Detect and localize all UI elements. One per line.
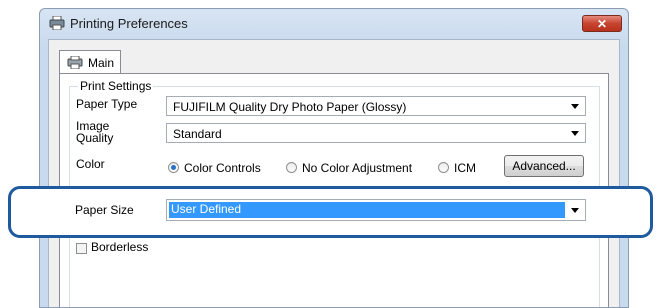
radio-icon bbox=[286, 162, 297, 173]
close-icon: ✕ bbox=[596, 17, 608, 31]
radio-selected-icon bbox=[168, 162, 179, 173]
paper-size-label: Paper Size bbox=[75, 203, 134, 217]
print-settings-title: Print Settings bbox=[78, 79, 154, 93]
paper-size-dropdown[interactable]: User Defined bbox=[166, 199, 586, 221]
borderless-label: Borderless bbox=[91, 240, 149, 254]
radio-icon bbox=[438, 162, 449, 173]
paper-type-dropdown[interactable]: FUJIFILM Quality Dry Photo Paper (Glossy… bbox=[166, 96, 586, 116]
dropdown-arrow-icon bbox=[571, 208, 579, 213]
paper-type-label: Paper Type bbox=[76, 97, 138, 111]
title-bar: Printing Preferences ✕ bbox=[40, 9, 628, 39]
dropdown-arrow-icon bbox=[571, 131, 579, 136]
dialog-client-area: Main Print Settings Paper Type FUJIFILM … bbox=[48, 39, 620, 307]
paper-size-value: User Defined bbox=[171, 202, 242, 216]
advanced-button[interactable]: Advanced... bbox=[504, 155, 584, 177]
dropdown-arrow-icon bbox=[571, 104, 579, 109]
borderless-checkbox[interactable] bbox=[76, 243, 87, 254]
image-quality-label-line2: Quality bbox=[76, 131, 114, 145]
paper-type-value: FUJIFILM Quality Dry Photo Paper (Glossy… bbox=[173, 100, 407, 114]
image-quality-dropdown[interactable]: Standard bbox=[166, 123, 586, 143]
close-button[interactable]: ✕ bbox=[582, 15, 622, 32]
tab-main-label: Main bbox=[88, 56, 115, 70]
printer-icon bbox=[49, 16, 65, 30]
tab-main[interactable]: Main bbox=[59, 50, 121, 74]
printing-preferences-window: Printing Preferences ✕ Main Print Settin… bbox=[39, 8, 629, 308]
no-color-adjustment-label: No Color Adjustment bbox=[302, 161, 413, 175]
color-label: Color bbox=[76, 157, 105, 171]
image-quality-value: Standard bbox=[173, 127, 222, 141]
window-title: Printing Preferences bbox=[70, 16, 188, 31]
color-controls-label: Color Controls bbox=[184, 161, 261, 175]
tab-printer-icon bbox=[67, 56, 83, 69]
icm-label: ICM bbox=[454, 161, 476, 175]
